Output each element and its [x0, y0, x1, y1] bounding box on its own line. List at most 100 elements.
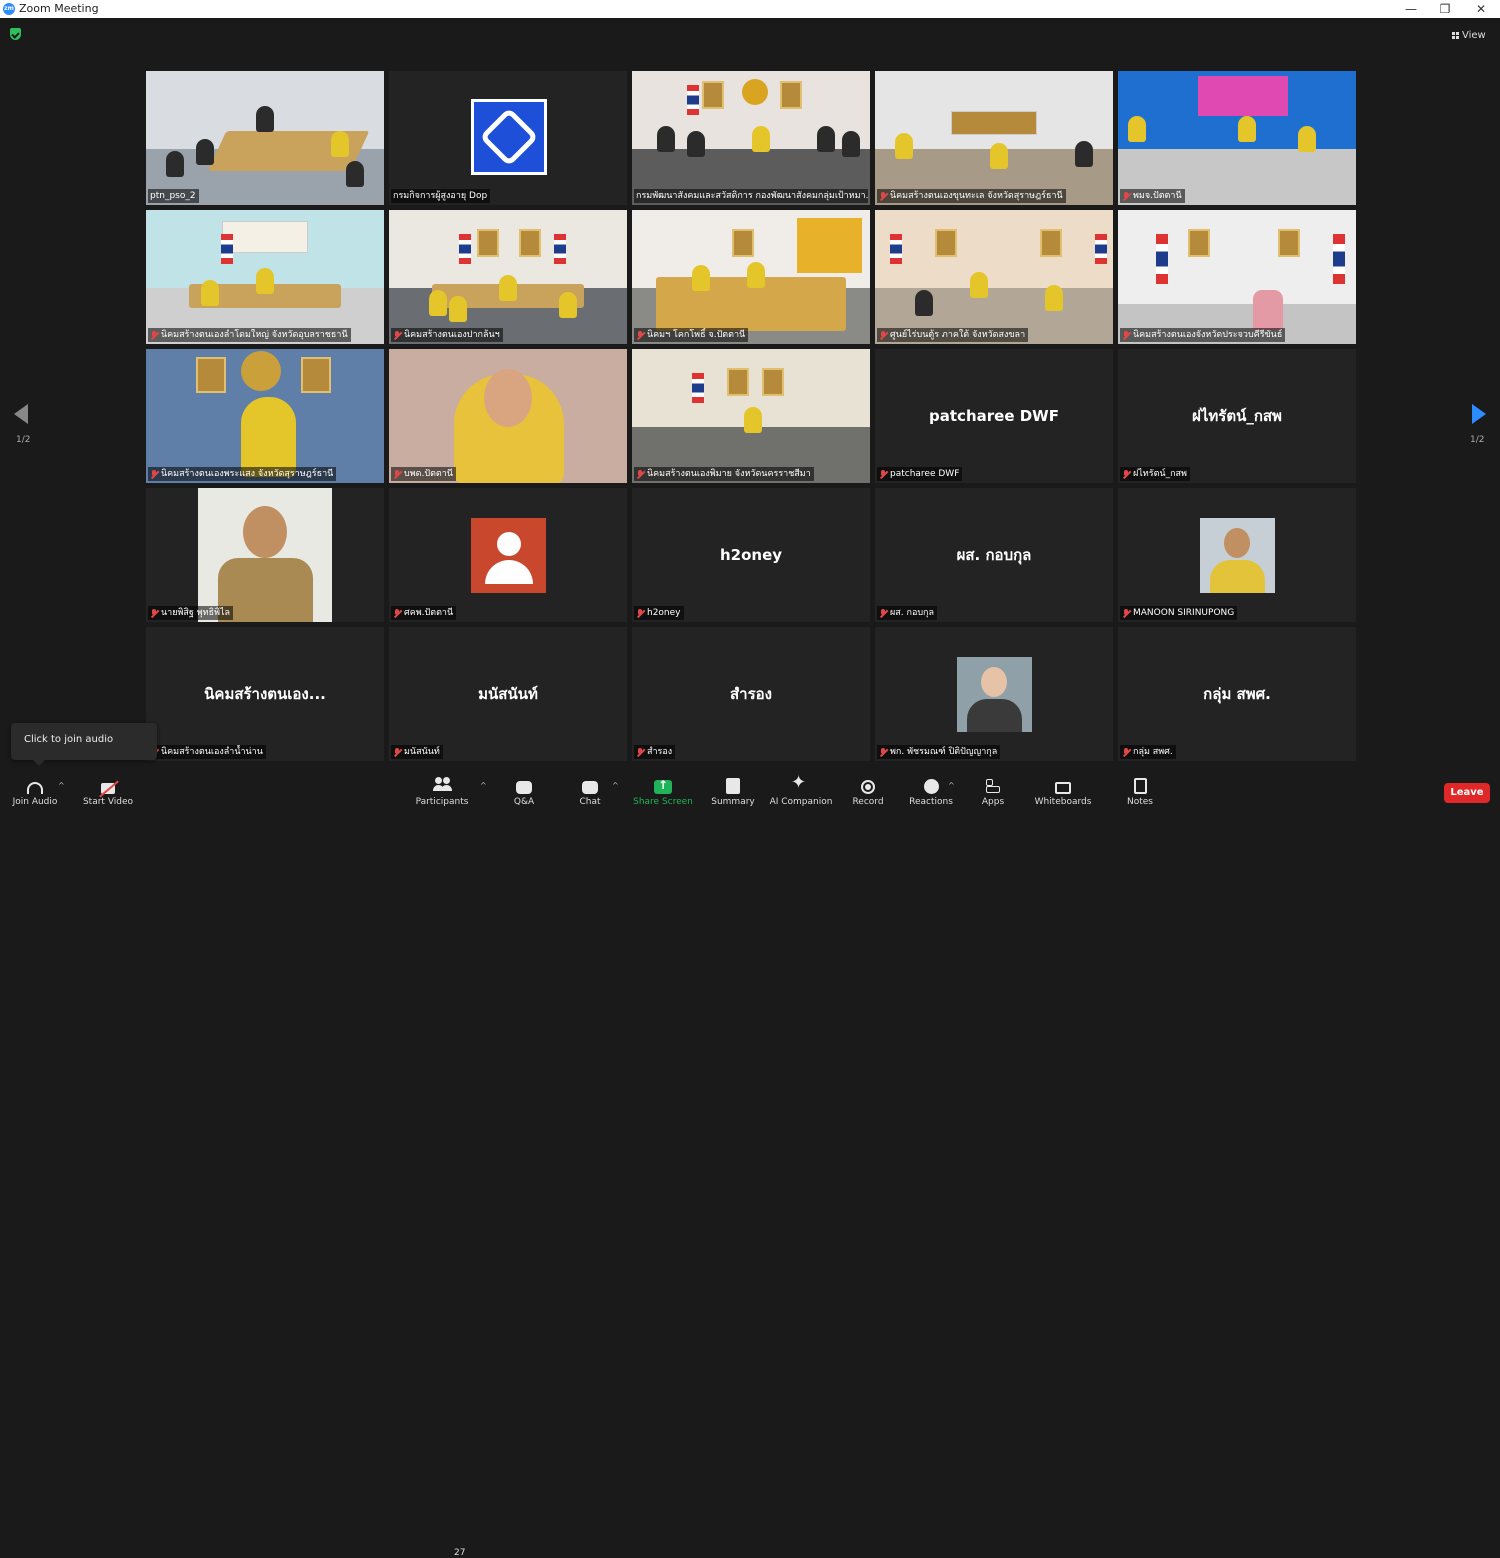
- start-video-button[interactable]: Start Video: [83, 770, 133, 808]
- previous-page-arrow-icon[interactable]: [14, 404, 28, 424]
- participants-options-chevron-icon[interactable]: ^: [480, 781, 487, 790]
- muted-mic-icon: [150, 608, 158, 618]
- muted-mic-icon: [879, 608, 887, 618]
- participant-name: กลุ่ม สพศ.: [1120, 745, 1176, 759]
- whiteboards-button[interactable]: Whiteboards: [1034, 770, 1092, 808]
- reactions-options-chevron-icon[interactable]: ^: [948, 781, 955, 790]
- participant-tile[interactable]: ศูนย์ไร่บนตู้ร ภาคใต้ จังหวัดสงขลา: [875, 210, 1113, 344]
- video-feed: [389, 210, 627, 344]
- participant-name: ศคพ.ปัตตานี: [391, 606, 457, 620]
- muted-mic-icon: [636, 747, 644, 757]
- join-audio-button[interactable]: Join Audio: [12, 770, 58, 808]
- chat-button[interactable]: Chat: [576, 770, 604, 808]
- participant-name: ฝไทรัตน์_กสพ: [1120, 467, 1190, 481]
- participant-tile-active-speaker[interactable]: กรมพัฒนาสังคมและสวัสดิการ กองพัฒนาสังคมก…: [632, 71, 870, 205]
- participant-display-name: สำรอง: [730, 685, 772, 703]
- muted-mic-icon: [393, 608, 401, 618]
- participant-tile[interactable]: patcharee DWF patcharee DWF: [875, 349, 1113, 483]
- participant-name: กรมพัฒนาสังคมและสวัสดิการ กองพัฒนาสังคมก…: [634, 189, 868, 203]
- apps-icon: [985, 778, 1001, 794]
- participant-profile-photo: [1200, 518, 1275, 593]
- participant-tile[interactable]: นิคมสร้างตนเองพระแสง จังหวัดสุราษฎร์ธานี: [146, 349, 384, 483]
- participant-tile[interactable]: นิคมสร้างตนเองลำโดมใหญ่ จังหวัดอุบลราชธา…: [146, 210, 384, 344]
- participant-tile[interactable]: นิคมสร้างตนเองปากล้นฯ: [389, 210, 627, 344]
- participant-tile[interactable]: นิคมสร้างตนเองพิมาย จังหวัดนครราชสีมา: [632, 349, 870, 483]
- participant-display-name: นิคมสร้างตนเอง...: [204, 685, 326, 703]
- muted-mic-icon: [1122, 330, 1130, 340]
- participant-tile[interactable]: MANOON SIRINUPONG: [1118, 488, 1356, 622]
- video-feed: [875, 210, 1113, 344]
- notes-icon: [1133, 778, 1147, 794]
- notes-button[interactable]: Notes: [1126, 770, 1154, 808]
- participant-tile[interactable]: นิคมสร้างตนเองขุนทะเล จังหวัดสุราษฎร์ธาน…: [875, 71, 1113, 205]
- participant-name: patcharee DWF: [877, 467, 963, 481]
- muted-mic-icon: [393, 330, 401, 340]
- participant-name: นิคมสร้างตนเองจังหวัดประจวบคีรีขันธ์: [1120, 328, 1286, 342]
- video-off-icon: [101, 783, 115, 794]
- muted-mic-icon: [1122, 608, 1130, 618]
- share-screen-icon: [654, 778, 672, 794]
- participant-name: พก. พัชรมณฑ์ ปิติปัญญากุล: [877, 745, 1001, 759]
- muted-mic-icon: [150, 469, 158, 479]
- record-button[interactable]: Record: [850, 770, 886, 808]
- participant-tile[interactable]: กรมกิจการผู้สูงอายุ Dop: [389, 71, 627, 205]
- participant-tile[interactable]: พมจ.ปัตตานี: [1118, 71, 1356, 205]
- participant-profile-photo: [198, 488, 332, 622]
- video-feed: [146, 349, 384, 483]
- record-icon: [861, 780, 875, 794]
- close-button[interactable]: ✕: [1473, 1, 1489, 17]
- participant-tile[interactable]: นายพิสิฐ พุทธิพิไล: [146, 488, 384, 622]
- video-feed: [146, 71, 384, 205]
- video-feed: [1118, 71, 1356, 205]
- page-indicator-left: 1/2: [16, 435, 31, 445]
- participant-tile[interactable]: ฝไทรัตน์_กสพ ฝไทรัตน์_กสพ: [1118, 349, 1356, 483]
- encryption-shield-icon[interactable]: [10, 28, 21, 40]
- video-feed: [632, 71, 870, 205]
- participant-tile[interactable]: มนัสนันท์ มนัสนันท์: [389, 627, 627, 761]
- video-feed: [146, 210, 384, 344]
- participants-button[interactable]: Participants: [416, 770, 468, 808]
- participant-name: นิคมสร้างตนเองพิมาย จังหวัดนครราชสีมา: [634, 467, 814, 481]
- participant-tile[interactable]: ผส. กอบกุล ผส. กอบกุล: [875, 488, 1113, 622]
- qa-button[interactable]: Q&A: [510, 770, 538, 808]
- participant-name: กรมกิจการผู้สูงอายุ Dop: [391, 189, 491, 203]
- qa-icon: [516, 781, 532, 794]
- muted-mic-icon: [879, 330, 887, 340]
- chat-icon: [582, 781, 598, 794]
- participant-tile[interactable]: h2oney h2oney: [632, 488, 870, 622]
- meeting-toolbar: Join Audio ^ Start Video Participants 27…: [0, 770, 1500, 1558]
- view-button-label: View: [1462, 29, 1486, 41]
- participant-tile[interactable]: กลุ่ม สพศ. กลุ่ม สพศ.: [1118, 627, 1356, 761]
- participant-tile[interactable]: สำรอง สำรอง: [632, 627, 870, 761]
- dop-logo-icon: [471, 99, 547, 175]
- headphone-icon: [27, 782, 43, 794]
- minimize-button[interactable]: —: [1403, 1, 1419, 17]
- participant-tile[interactable]: ศคพ.ปัตตานี: [389, 488, 627, 622]
- next-page-arrow-icon[interactable]: [1472, 404, 1486, 424]
- participant-tile[interactable]: นิคมฯ โคกโพธิ์ จ.ปัตตานี: [632, 210, 870, 344]
- share-screen-button[interactable]: Share Screen: [633, 770, 693, 808]
- sparkle-icon: [790, 772, 812, 794]
- window-title: Zoom Meeting: [19, 2, 99, 15]
- ai-companion-button[interactable]: AI Companion: [770, 770, 833, 808]
- participant-tile[interactable]: บพด.ปัตตานี: [389, 349, 627, 483]
- view-button[interactable]: View: [1452, 26, 1494, 44]
- participant-name: ptn_pso_2: [148, 189, 199, 203]
- window-titlebar: zm Zoom Meeting — ❐ ✕: [0, 0, 1500, 18]
- audio-options-chevron-icon[interactable]: ^: [58, 781, 65, 790]
- apps-button[interactable]: Apps: [980, 770, 1006, 808]
- leave-button[interactable]: Leave: [1444, 783, 1490, 803]
- summary-button[interactable]: Summary: [710, 770, 756, 808]
- page-indicator-right: 1/2: [1470, 435, 1485, 445]
- participant-tile[interactable]: นิคมสร้างตนเอง... นิคมสร้างตนเองลำน้ำน่า…: [146, 627, 384, 761]
- participant-tile[interactable]: นิคมสร้างตนเองจังหวัดประจวบคีรีขันธ์: [1118, 210, 1356, 344]
- participant-tile[interactable]: ptn_pso_2: [146, 71, 384, 205]
- participant-name: นิคมสร้างตนเองขุนทะเล จังหวัดสุราษฎร์ธาน…: [877, 189, 1066, 203]
- muted-mic-icon: [1122, 747, 1130, 757]
- video-feed: [389, 349, 627, 483]
- participant-name: ศูนย์ไร่บนตู้ร ภาคใต้ จังหวัดสงขลา: [877, 328, 1029, 342]
- participant-tile[interactable]: พก. พัชรมณฑ์ ปิติปัญญากุล: [875, 627, 1113, 761]
- participant-name: นิคมสร้างตนเองปากล้นฯ: [391, 328, 503, 342]
- restore-button[interactable]: ❐: [1437, 1, 1453, 17]
- chat-options-chevron-icon[interactable]: ^: [612, 781, 619, 790]
